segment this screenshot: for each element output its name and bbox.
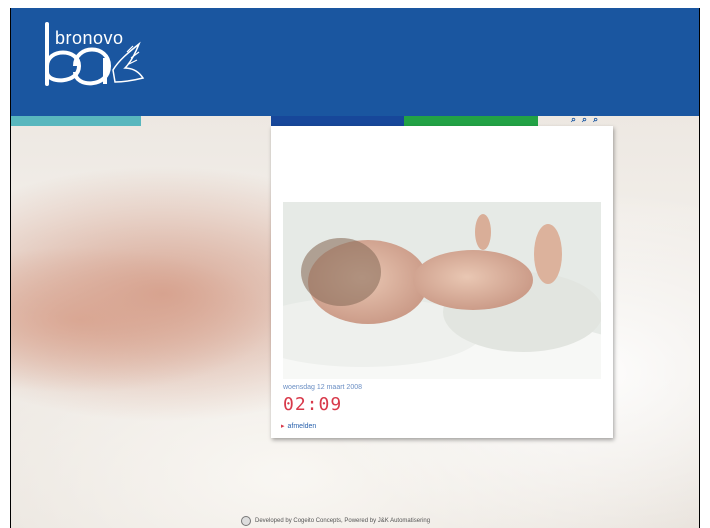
baby-photo [283,202,601,379]
footer-credit: Developed by Cogeito Concepts, Powered b… [241,516,430,526]
accent-bar-teal [11,116,141,126]
search-medium-icon[interactable]: ⌕ [582,114,587,125]
search-large-icon[interactable]: ⌕ [593,114,598,125]
accent-bar-navy [271,116,404,126]
search-small-icon[interactable]: ⌕ [571,114,576,125]
logout-label: afmelden [287,422,317,430]
current-time: 02:09 [283,394,343,415]
developer-icon [241,516,251,526]
current-date: woensdag 12 maart 2008 [283,384,362,391]
login-panel: woensdag 12 maart 2008 02:09 ▸ afmelden [271,126,613,438]
accent-bar-green [404,116,538,126]
header-banner: bronovo [11,8,699,116]
logo-text: bronovo [55,28,124,48]
text-size-icons: ⌕ ⌕ ⌕ [571,114,598,125]
footer-text: Developed by Cogeito Concepts, Powered b… [255,518,431,524]
bronovo-logo[interactable]: bronovo [39,22,149,102]
browser-frame: bronovo ⌕ ⌕ ⌕ woensdag 12 maart 2008 02:… [10,8,700,528]
logout-link[interactable]: ▸ afmelden [281,422,317,431]
arrow-right-icon: ▸ [281,423,285,430]
